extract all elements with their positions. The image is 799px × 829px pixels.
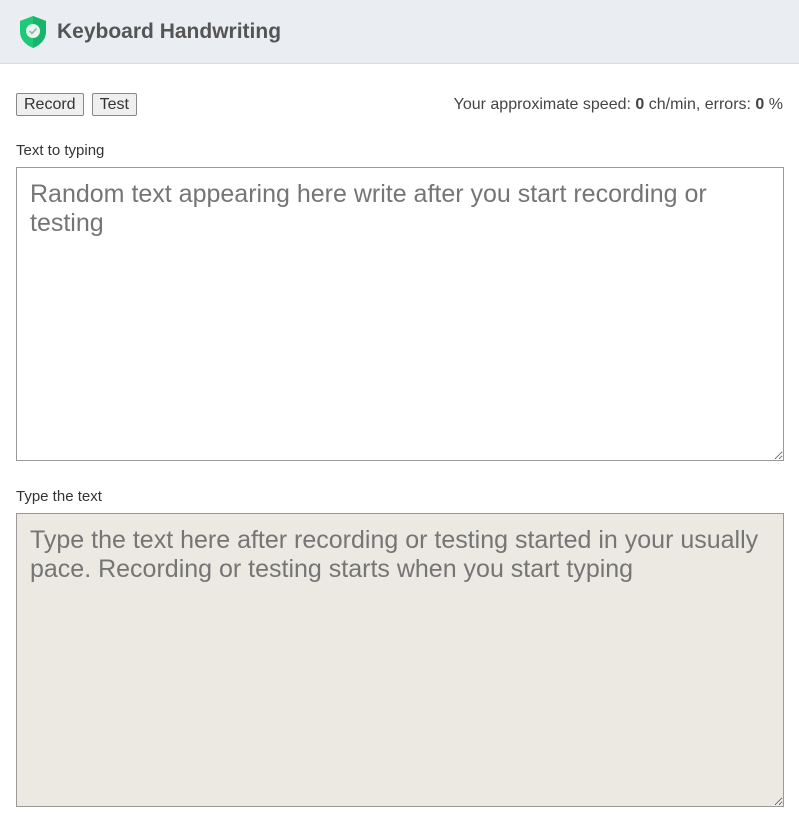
errors-value: 0 [755, 95, 765, 113]
app-title: Keyboard Handwriting [57, 19, 282, 43]
speed-prefix: Your approximate speed: [453, 95, 636, 113]
speed-unit: ch/min, errors: [644, 95, 756, 113]
input-label: Type the text [16, 488, 102, 505]
source-label: Text to typing [16, 142, 105, 159]
record-button[interactable]: Record [16, 93, 84, 116]
source-textarea[interactable] [16, 167, 784, 461]
shield-check-icon [20, 15, 46, 48]
typing-textarea[interactable] [16, 513, 784, 807]
speed-stats: Your approximate speed: 0 ch/min, errors… [454, 96, 783, 114]
test-button[interactable]: Test [91, 93, 137, 116]
speed-value: 0 [635, 95, 645, 113]
errors-unit: % [764, 95, 783, 113]
app-header: Keyboard Handwriting [0, 0, 799, 64]
